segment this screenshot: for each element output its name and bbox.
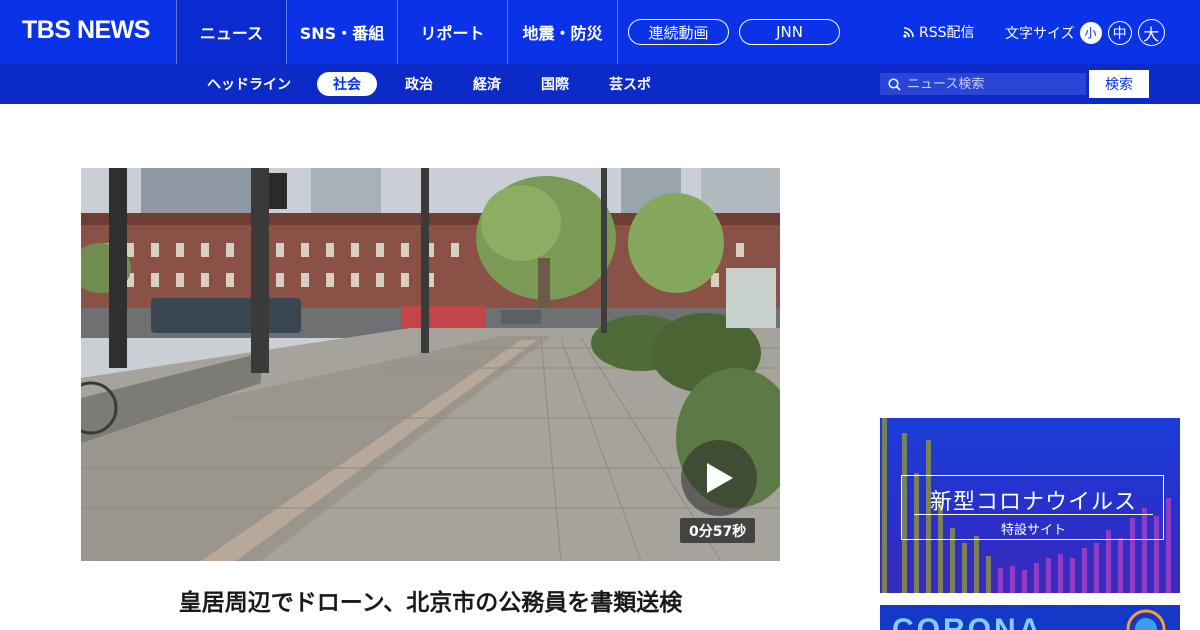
corona-banner-text: CORONA xyxy=(892,613,1044,630)
news-search-box xyxy=(880,73,1086,95)
nav-news[interactable]: ニュース xyxy=(176,0,286,64)
search-button[interactable]: 検索 xyxy=(1089,70,1149,98)
play-icon xyxy=(707,463,733,493)
jnn-button[interactable]: JNN xyxy=(739,19,840,45)
news-search-input[interactable] xyxy=(907,76,1077,92)
category-economy[interactable]: 経済 xyxy=(459,72,515,96)
category-entertainment-sports[interactable]: 芸スポ xyxy=(595,72,665,96)
banner-title-box: 新型コロナウイルス 特設サイト xyxy=(901,475,1164,540)
tbs-news-logo[interactable]: TBS NEWS xyxy=(22,16,150,45)
nav-earthquake-disaster[interactable]: 地震・防災 xyxy=(507,0,618,64)
banner-subtitle: 特設サイト xyxy=(1000,523,1066,538)
main-nav: ニュース SNS・番組 リポート 地震・防災 xyxy=(176,0,618,64)
category-list: ヘッドライン 社会 政治 経済 国際 芸スポ xyxy=(193,64,677,104)
font-size-control: 文字サイズ 小 中 大 xyxy=(1005,19,1165,46)
corona-special-banner[interactable]: 新型コロナウイルス 特設サイト xyxy=(880,418,1180,593)
rss-icon xyxy=(903,27,914,38)
continuous-video-button[interactable]: 連続動画 xyxy=(628,19,729,45)
video-duration-badge: 0分57秒 xyxy=(680,518,756,543)
article-video[interactable]: 0分57秒 xyxy=(81,168,780,561)
category-politics[interactable]: 政治 xyxy=(391,72,447,96)
article-headline[interactable]: 皇居周辺でドローン、北京市の公務員を書類送検 xyxy=(81,583,780,617)
banner-title: 新型コロナウイルス xyxy=(929,490,1137,515)
nav-report[interactable]: リポート xyxy=(397,0,507,64)
video-thumbnail xyxy=(81,168,780,561)
banner-divider xyxy=(914,514,1153,515)
font-size-label: 文字サイズ xyxy=(1005,25,1075,42)
rss-link[interactable]: RSS配信 xyxy=(903,22,975,42)
category-international[interactable]: 国際 xyxy=(527,72,583,96)
nav-sns-programs[interactable]: SNS・番組 xyxy=(286,0,397,64)
font-size-large-button[interactable]: 大 xyxy=(1137,19,1165,46)
category-society[interactable]: 社会 xyxy=(317,72,377,96)
globe-icon xyxy=(1126,609,1166,630)
top-header: TBS NEWS ニュース SNS・番組 リポート 地震・防災 連続動画 JNN… xyxy=(0,0,1200,64)
category-nav: ヘッドライン 社会 政治 経済 国際 芸スポ 検索 xyxy=(0,64,1200,104)
search-icon xyxy=(888,77,901,91)
font-size-small-button[interactable]: 小 xyxy=(1079,21,1102,44)
corona-info-banner[interactable]: CORONA xyxy=(880,605,1180,630)
font-size-medium-button[interactable]: 中 xyxy=(1107,20,1132,45)
play-button[interactable] xyxy=(681,440,757,516)
rss-label: RSS配信 xyxy=(919,25,975,41)
category-headline[interactable]: ヘッドライン xyxy=(193,72,305,96)
